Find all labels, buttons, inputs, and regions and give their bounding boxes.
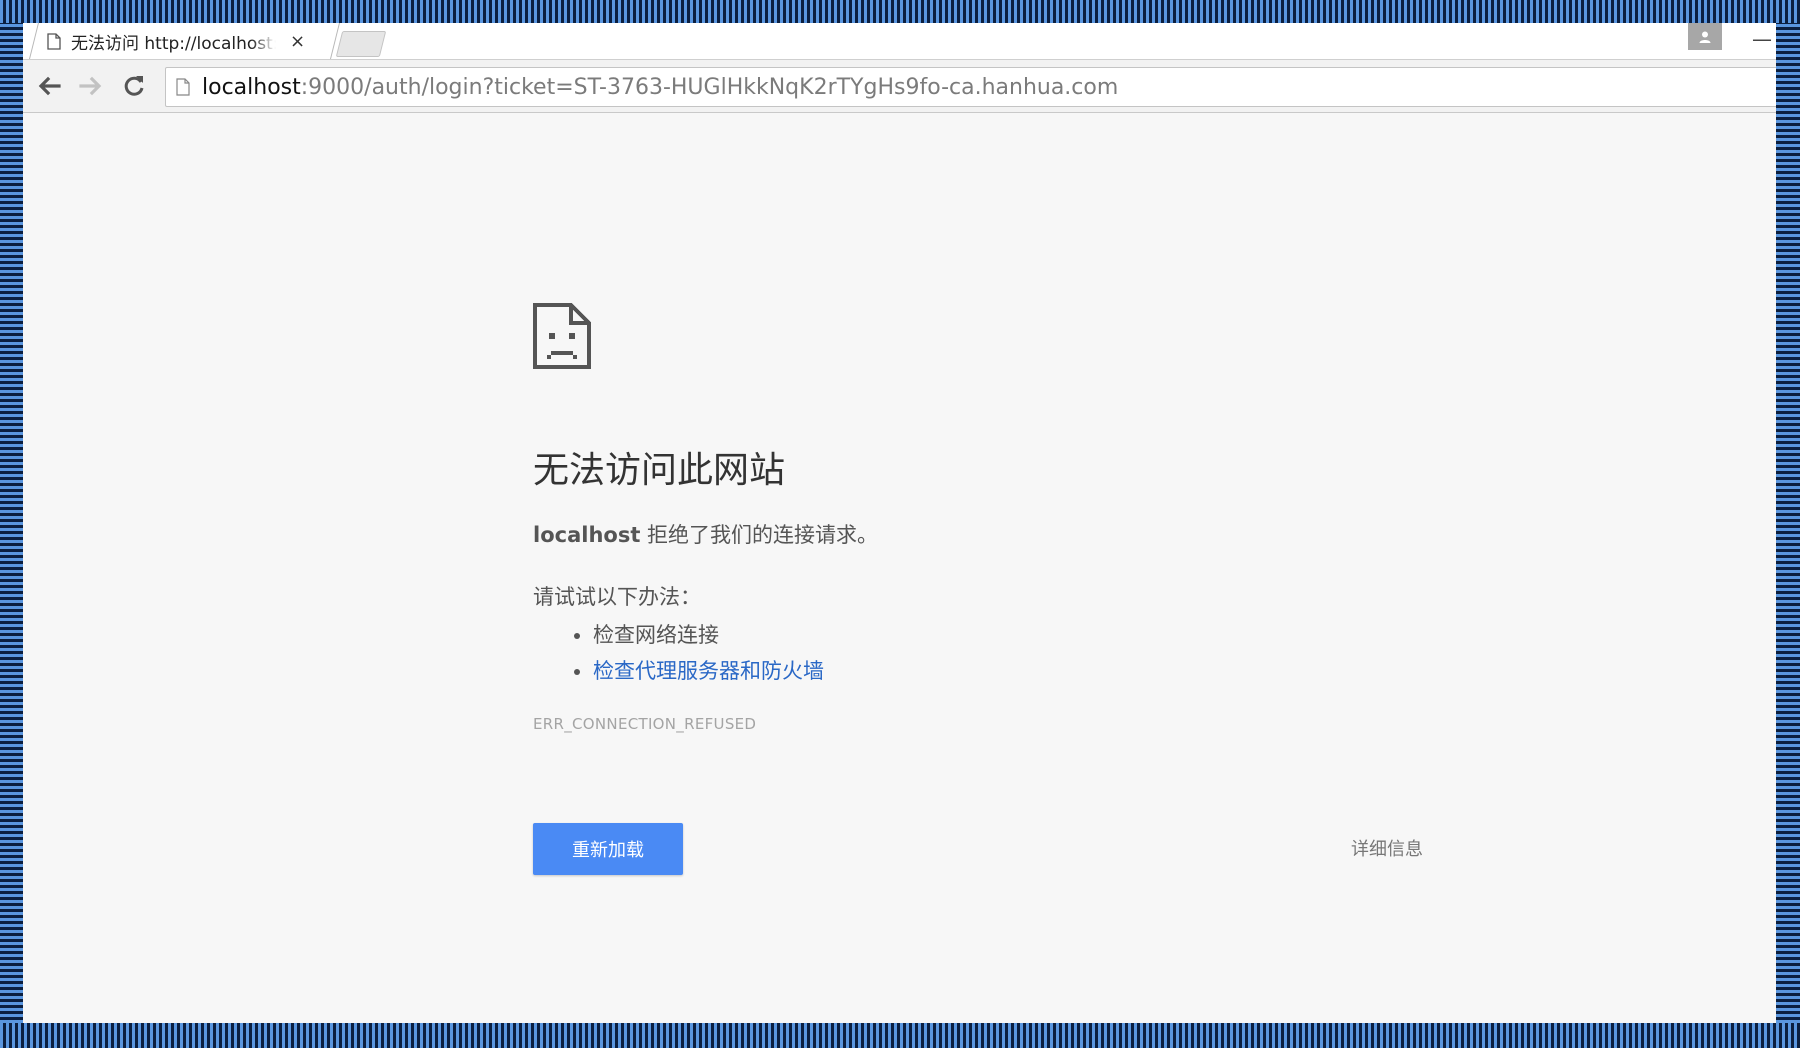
- sad-page-icon: [533, 303, 591, 369]
- error-description-text: 拒绝了我们的连接请求。: [640, 523, 879, 547]
- new-tab-button[interactable]: [335, 31, 387, 57]
- url-text: localhost:9000/auth/login?ticket=ST-3763…: [202, 75, 1118, 100]
- forward-button[interactable]: [77, 73, 105, 99]
- suggestion-check-proxy-link[interactable]: 检查代理服务器和防火墙: [593, 659, 824, 683]
- tab-title: 无法访问 http://localhost:9000/auth/login?ti…: [71, 33, 276, 54]
- list-item: 检查代理服务器和防火墙: [593, 655, 1463, 685]
- close-icon[interactable]: ×: [290, 31, 305, 52]
- reload-icon: [124, 76, 144, 96]
- forward-arrow-icon: [79, 76, 102, 96]
- toolbar: localhost:9000/auth/login?ticket=ST-3763…: [23, 60, 1776, 113]
- tab-active[interactable]: 无法访问 http://localhost:9000/auth/login?ti…: [47, 23, 343, 59]
- reload-button[interactable]: [120, 73, 148, 99]
- desktop-border-top: [0, 0, 1800, 23]
- error-title: 无法访问此网站: [533, 450, 786, 491]
- suggestions-list: 检查网络连接 检查代理服务器和防火墙: [533, 619, 1463, 685]
- suggestions-heading: 请试试以下办法：: [533, 585, 701, 609]
- desktop-border-bottom: [0, 1023, 1800, 1048]
- details-button[interactable]: 详细信息: [1351, 835, 1423, 861]
- error-host: localhost: [533, 523, 641, 547]
- back-arrow-icon: [38, 76, 61, 96]
- back-button[interactable]: [35, 73, 63, 99]
- url-rest: :9000/auth/login?ticket=ST-3763-HUGlHkkN…: [300, 74, 1119, 100]
- profile-icon: [1699, 31, 1711, 43]
- page-icon: [47, 32, 61, 50]
- url-host: localhost: [202, 74, 301, 100]
- error-description: localhost 拒绝了我们的连接请求。: [533, 519, 1463, 549]
- error-container: 无法访问此网站 localhost 拒绝了我们的连接请求。 请试试以下办法： 检…: [533, 303, 1463, 875]
- browser-window: 无法访问 http://localhost:9000/auth/login?ti…: [23, 23, 1776, 1023]
- tab-strip: 无法访问 http://localhost:9000/auth/login?ti…: [23, 23, 1776, 60]
- reload-page-button[interactable]: 重新加载: [533, 823, 683, 875]
- list-item: 检查网络连接: [593, 619, 1463, 649]
- suggestion-check-network: 检查网络连接: [593, 623, 719, 647]
- error-page: 无法访问此网站 localhost 拒绝了我们的连接请求。 请试试以下办法： 检…: [23, 113, 1776, 1023]
- page-icon: [176, 78, 190, 96]
- error-code: ERR_CONNECTION_REFUSED: [533, 715, 757, 733]
- minimize-button[interactable]: —: [1752, 27, 1772, 51]
- profile-button[interactable]: [1688, 23, 1722, 50]
- address-bar[interactable]: localhost:9000/auth/login?ticket=ST-3763…: [165, 67, 1776, 107]
